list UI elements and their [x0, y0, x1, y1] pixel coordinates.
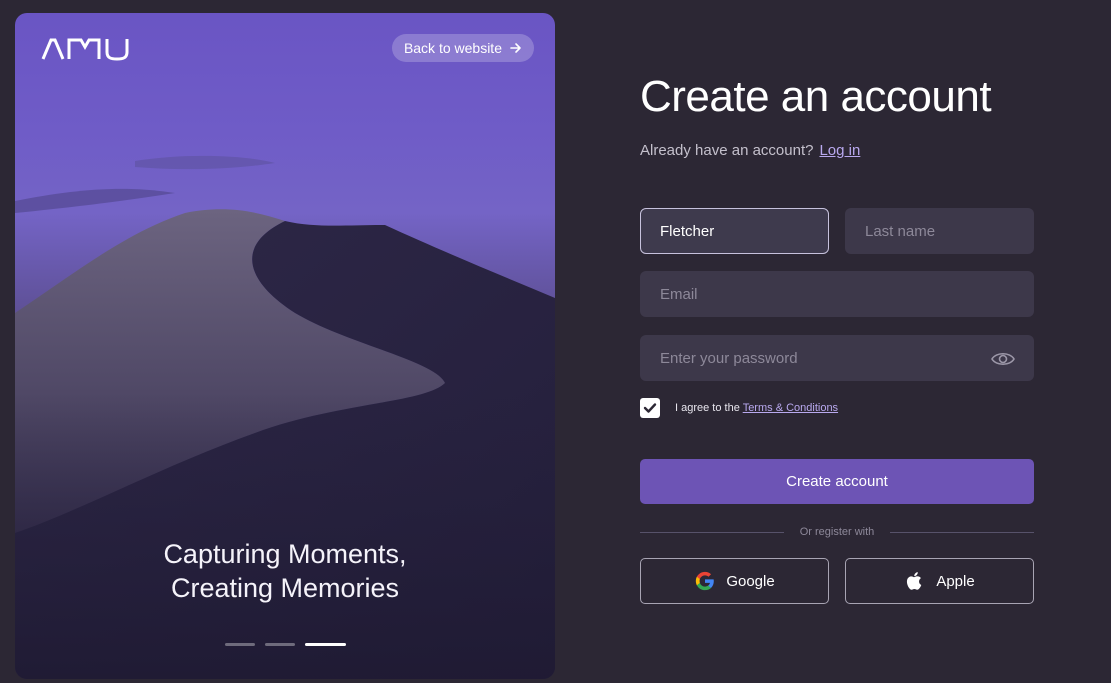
terms-checkbox[interactable] [640, 398, 660, 418]
terms-agreement: I agree to the Terms & Conditions [640, 398, 838, 418]
last-name-field[interactable]: Last name [845, 208, 1034, 254]
create-account-label: Create account [786, 473, 888, 490]
check-icon [643, 403, 657, 413]
terms-link[interactable]: Terms & Conditions [743, 402, 838, 414]
hero-panel: Back to website Capturing Moments, Creat… [15, 13, 555, 679]
amu-logo[interactable] [41, 37, 131, 61]
first-name-field[interactable]: Fletcher [640, 208, 829, 254]
google-label: Google [726, 572, 775, 590]
divider-line-right [890, 531, 1035, 533]
google-signup-button[interactable]: Google [640, 558, 829, 604]
agree-text: I agree to the [675, 402, 740, 414]
apple-label: Apple [936, 572, 975, 590]
back-to-website-button[interactable]: Back to website [391, 34, 534, 62]
carousel-indicators [15, 643, 555, 646]
tagline-line-1: Capturing Moments, [163, 539, 407, 569]
page-title: Create an account [640, 72, 992, 121]
last-name-placeholder: Last name [865, 222, 936, 240]
hero-tagline: Capturing Moments, Creating Memories [15, 537, 555, 605]
password-placeholder: Enter your password [660, 349, 798, 367]
signup-page: Back to website Capturing Moments, Creat… [0, 0, 1111, 683]
divider-text: Or register with [799, 526, 875, 538]
login-prompt: Already have an account? Log in [640, 142, 860, 159]
or-divider: Or register with [640, 524, 1035, 540]
carousel-dot-1[interactable] [224, 643, 255, 646]
arrow-right-icon [510, 43, 521, 53]
create-account-button[interactable]: Create account [640, 459, 1034, 504]
carousel-dot-3[interactable] [304, 643, 346, 646]
email-placeholder: Email [660, 285, 698, 303]
back-to-website-label: Back to website [403, 40, 502, 56]
apple-signup-button[interactable]: Apple [845, 558, 1034, 604]
login-link[interactable]: Log in [819, 142, 860, 159]
email-field[interactable]: Email [640, 271, 1034, 317]
apple-icon [907, 572, 922, 590]
google-icon [696, 571, 715, 591]
password-field[interactable]: Enter your password [640, 335, 1034, 381]
divider-line-left [640, 531, 784, 533]
tagline-line-2: Creating Memories [170, 573, 400, 603]
carousel-dot-2[interactable] [264, 643, 295, 646]
login-prompt-text: Already have an account? [640, 142, 814, 159]
eye-icon[interactable] [991, 349, 1015, 369]
first-name-value: Fletcher [660, 222, 715, 240]
